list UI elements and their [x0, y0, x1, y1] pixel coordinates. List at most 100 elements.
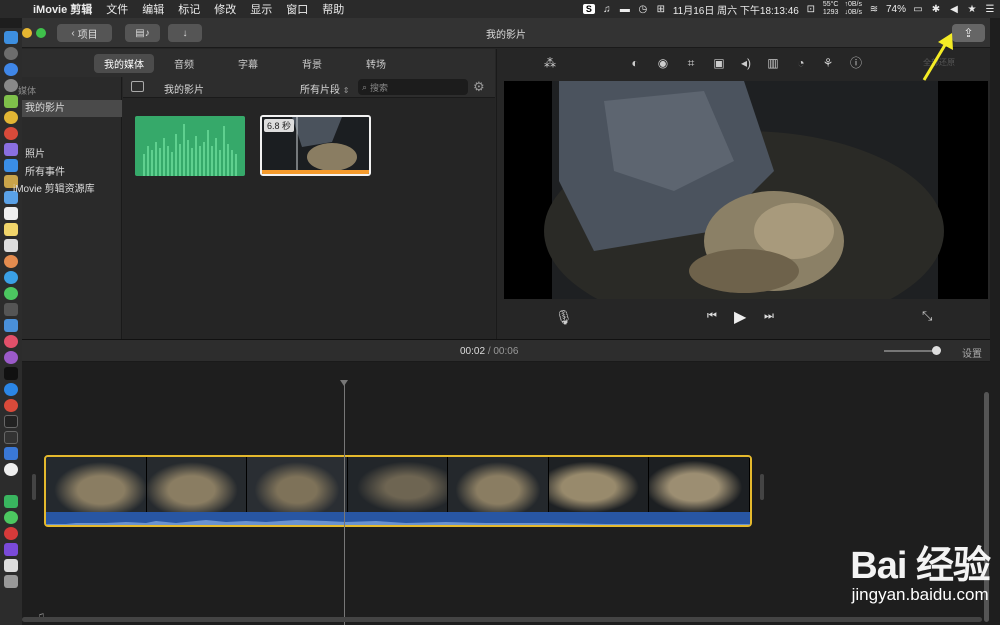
library-item-all-events[interactable]: 所有事件	[22, 164, 122, 181]
cpu-stats[interactable]: 55°C 1293	[823, 1, 839, 17]
app-blank-icon[interactable]	[4, 479, 18, 492]
message-icon[interactable]: ▬	[619, 4, 631, 15]
tab-transitions[interactable]: 转场	[356, 54, 396, 73]
downloads-icon[interactable]	[4, 559, 18, 572]
search-input[interactable]: ⌕ 搜索	[358, 79, 468, 95]
equalizer-icon[interactable]: ▥	[764, 54, 782, 72]
timeline-horizontal-scrollbar[interactable]	[22, 617, 982, 622]
window-zoom-button[interactable]	[36, 28, 46, 38]
battery-monitor-icon[interactable]: ⊡	[805, 4, 817, 15]
activity-monitor-icon[interactable]	[4, 431, 18, 444]
yandex-icon[interactable]	[4, 463, 18, 476]
timeline-settings-button[interactable]: 设置	[962, 345, 982, 360]
bluetooth-icon[interactable]: ✱	[930, 4, 942, 15]
sogou-icon[interactable]: S	[582, 4, 595, 14]
video-preview[interactable]	[504, 81, 988, 331]
tab-titles[interactable]: 字幕	[228, 54, 268, 73]
clip-trim-handle-left[interactable]	[32, 474, 36, 500]
finder-icon[interactable]	[4, 31, 18, 44]
photos-icon[interactable]	[4, 255, 18, 268]
speed-icon[interactable]: ◔	[792, 54, 810, 72]
notes-yellow-icon[interactable]	[4, 223, 18, 236]
compass-icon[interactable]	[4, 79, 18, 92]
back-to-projects-button[interactable]: ‹ 项目	[57, 24, 112, 42]
tab-audio[interactable]: 音频	[164, 54, 204, 73]
magic-wand-icon[interactable]: ⁂	[541, 54, 559, 72]
sidebar-toggle-icon[interactable]	[131, 81, 144, 92]
window-minimize-button[interactable]	[22, 28, 32, 38]
keynote-icon[interactable]	[4, 319, 18, 332]
control-center-icon[interactable]: ☰	[984, 4, 996, 15]
menu-window[interactable]: 窗口	[279, 1, 315, 17]
calendar-icon[interactable]	[4, 207, 18, 220]
download-button[interactable]: ↓	[168, 24, 202, 42]
color-palette-icon[interactable]: ◉	[654, 54, 672, 72]
messages-icon[interactable]	[4, 271, 18, 284]
tab-backgrounds[interactable]: 背景	[292, 54, 332, 73]
audio-clip-thumbnail[interactable]	[135, 116, 245, 176]
zoom-slider-thumb[interactable]	[932, 346, 941, 355]
menu-modify[interactable]: 修改	[207, 1, 243, 17]
menu-view[interactable]: 显示	[243, 1, 279, 17]
fullscreen-icon[interactable]: ⤡	[922, 308, 932, 324]
menu-mark[interactable]: 标记	[171, 1, 207, 17]
app-menu[interactable]: iMovie 剪辑	[26, 1, 99, 17]
skip-back-icon[interactable]: ⏮︎	[707, 310, 717, 323]
microphone-icon[interactable]: 🎙︎	[555, 309, 573, 326]
utm-icon[interactable]	[4, 447, 18, 460]
battery-percent[interactable]: 74%	[886, 4, 906, 15]
weibo-icon[interactable]	[4, 127, 18, 140]
wechat-green-icon[interactable]	[4, 511, 18, 524]
skip-forward-icon[interactable]: ⏭︎	[764, 310, 774, 323]
star-icon[interactable]: ★	[966, 4, 978, 15]
music-app-icon[interactable]	[4, 335, 18, 348]
clip-filter-select[interactable]: 所有片段 ⇕	[300, 81, 349, 96]
chrome-icon[interactable]	[4, 111, 18, 124]
trash-icon[interactable]	[4, 575, 18, 588]
zoom-slider[interactable]	[884, 346, 941, 355]
menu-help[interactable]: 帮助	[315, 1, 351, 17]
android-icon[interactable]	[4, 95, 18, 108]
camera-icon[interactable]	[4, 303, 18, 316]
volume-adjust-icon[interactable]: ◂)	[737, 54, 755, 72]
appletv-icon[interactable]	[4, 367, 18, 380]
video-clip-thumbnail[interactable]: 6.8 秒	[260, 115, 371, 176]
facetime-icon[interactable]	[4, 495, 18, 508]
info-icon[interactable]: ⓘ	[847, 54, 865, 72]
wechat-icon[interactable]	[4, 287, 18, 300]
clock-icon[interactable]: ◷	[637, 4, 649, 15]
appstore-a-icon[interactable]	[4, 383, 18, 396]
books-icon[interactable]	[4, 239, 18, 252]
playhead[interactable]	[344, 382, 345, 625]
podcasts-icon[interactable]	[4, 351, 18, 364]
clip-trim-handle-right[interactable]	[760, 474, 764, 500]
battery-icon[interactable]: ▭	[912, 4, 924, 15]
volume-icon[interactable]: ◀	[948, 4, 960, 15]
app-purple-icon[interactable]	[4, 143, 18, 156]
filter-effects-icon[interactable]: ⚘	[819, 54, 837, 72]
library-item-photos[interactable]: 照片	[22, 146, 122, 163]
settings-gear-icon[interactable]: ⚙	[473, 79, 485, 95]
timeline[interactable]: ♫	[22, 362, 990, 625]
library-item-imovie-library[interactable]: iMovie 剪辑资源库	[13, 181, 113, 198]
net-stats[interactable]: ↑0B/s ↓0B/s	[844, 1, 862, 17]
safari-icon[interactable]	[4, 63, 18, 76]
imovie-icon[interactable]	[4, 543, 18, 556]
vivaldi-icon[interactable]	[4, 399, 18, 412]
datetime[interactable]: 11月16日 周六 下午18:13:46	[673, 2, 799, 17]
terminal-icon[interactable]	[4, 415, 18, 428]
menu-file[interactable]: 文件	[99, 1, 135, 17]
import-media-button[interactable]: ▤♪	[125, 24, 160, 42]
launchpad-icon[interactable]	[4, 47, 18, 60]
timeline-video-clip[interactable]	[44, 455, 752, 527]
music-icon[interactable]: ♫	[601, 4, 613, 15]
menu-edit[interactable]: 编辑	[135, 1, 171, 17]
tab-my-media[interactable]: 我的媒体	[94, 53, 154, 73]
library-item-my-movie[interactable]: 我的影片	[22, 100, 122, 117]
appstore-icon[interactable]	[4, 159, 18, 172]
color-balance-icon[interactable]: ◐	[626, 54, 644, 72]
istat-icon[interactable]: ⊞	[655, 4, 667, 15]
wifi-icon[interactable]: ≋	[868, 4, 880, 15]
netease-icon[interactable]	[4, 527, 18, 540]
play-icon[interactable]: ▶	[734, 307, 746, 327]
